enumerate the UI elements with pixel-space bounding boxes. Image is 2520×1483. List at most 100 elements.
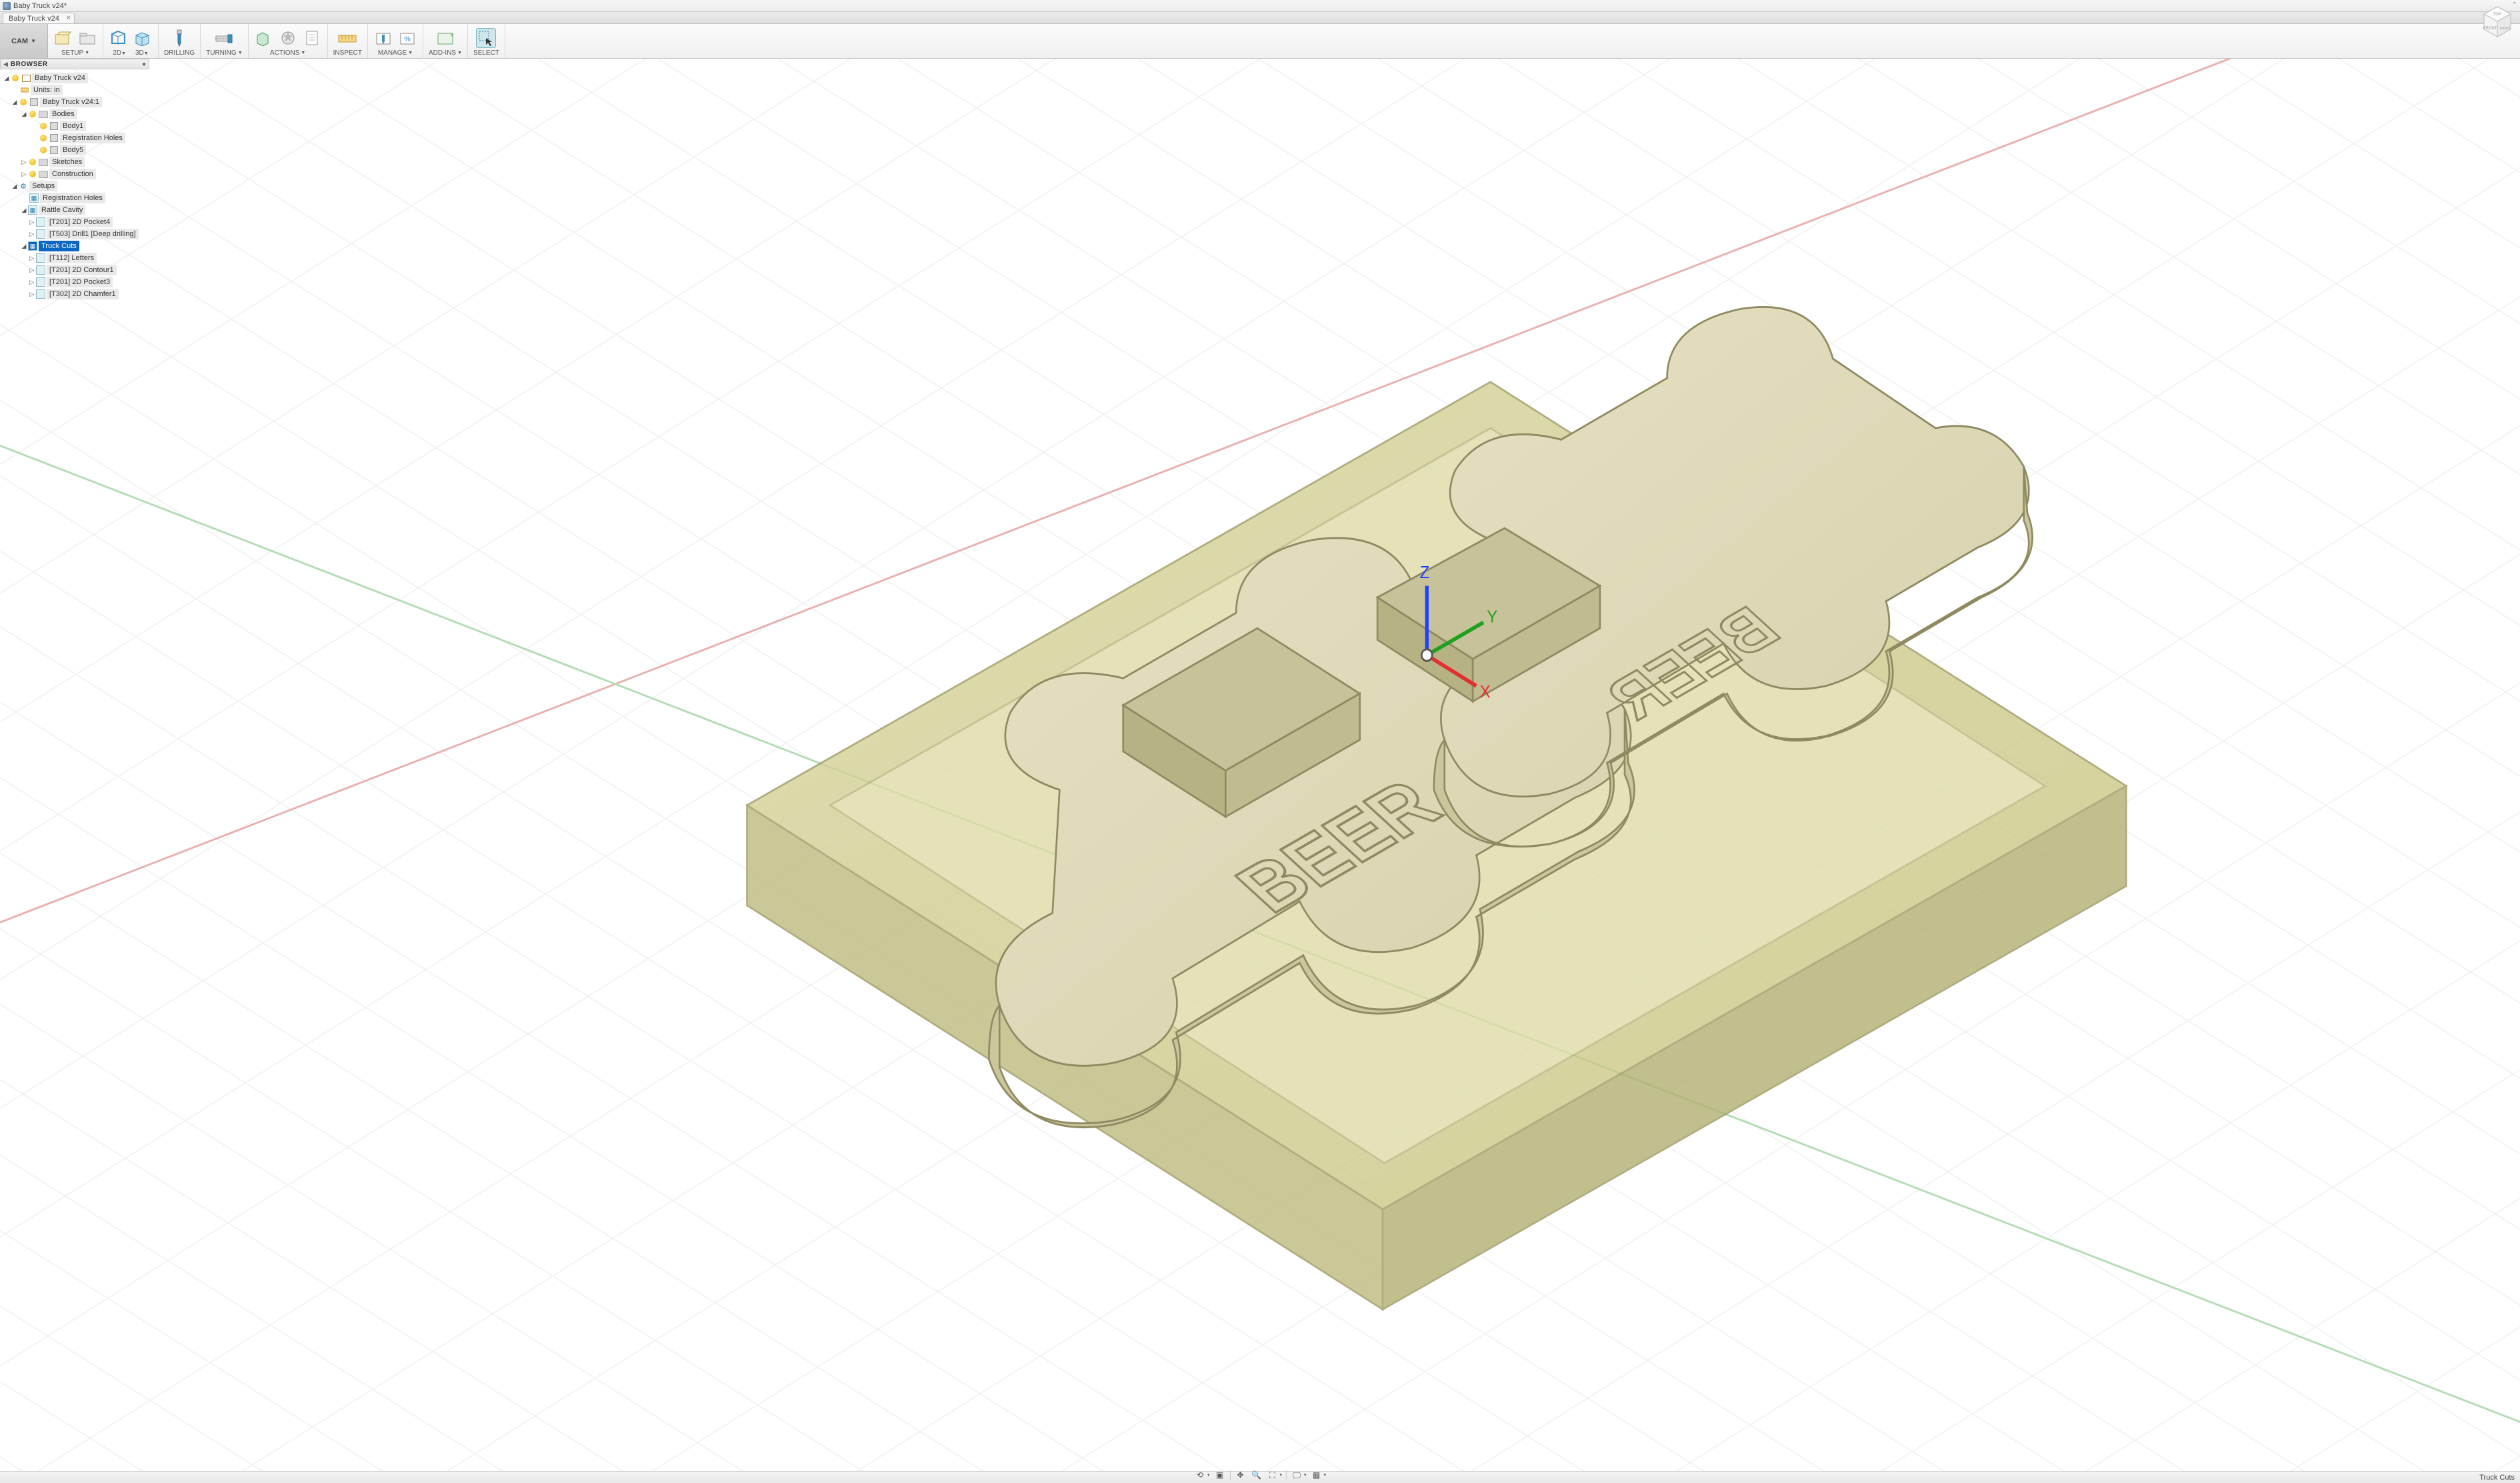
navbar: ⟲▾ ▣ ✥ 🔍 ⛶▾ 🖵▾ ▦▾ [1194,1468,1326,1482]
viewport[interactable]: BEER BEER Z Y X [0,59,2520,1471]
browser-header[interactable]: ◀ BROWSER ● [0,59,149,69]
cube-icon [29,97,39,107]
svg-text:FRONT: FRONT [2483,27,2497,31]
component-icon [21,73,31,83]
inspect-button[interactable] [337,28,357,48]
bulb-icon[interactable] [28,169,37,179]
tree-root[interactable]: ◢ Baby Truck v24 [0,72,149,84]
postprocess-button[interactable] [278,28,298,48]
fit-button[interactable]: ⛶ [1266,1470,1278,1480]
workspace-switcher[interactable]: CAM ▼ [0,24,48,58]
tree-op-letters[interactable]: ▷ [T112] Letters [0,252,149,264]
tree-op-chamfer1[interactable]: ▷ [T302] 2D Chamfer1 [0,288,149,300]
browser-title: BROWSER [11,61,48,68]
ribbon-label-inspect[interactable]: INSPECT [333,49,362,57]
browser-tree: ◢ Baby Truck v24 Units: in ◢ Baby Truck … [0,69,149,304]
tree-bodies[interactable]: ◢ Bodies [0,108,149,120]
drill-icon [172,29,187,47]
folder-button[interactable] [77,28,97,48]
setup-icon: ▦ [28,205,37,215]
folder-icon [79,31,96,45]
select-button[interactable] [476,28,496,48]
addins-button[interactable]: + [435,28,455,48]
bulb-icon[interactable] [39,145,48,155]
ribbon-label-2d[interactable]: 2D▼ [113,49,126,57]
ribbon-label-3d[interactable]: 3D▼ [135,49,149,57]
chevron-down-icon: ▼ [31,38,36,44]
tree-construction[interactable]: ▷ Construction [0,168,149,180]
chevron-down-icon: ▼ [85,51,89,55]
operation-icon [36,229,45,239]
ribbon-label-drilling[interactable]: DRILLING [164,49,195,57]
turning-icon [215,31,233,45]
drilling-button[interactable] [169,28,189,48]
workspace-label: CAM [11,37,28,45]
zoom-button[interactable]: 🔍 [1250,1470,1262,1480]
ribbon-label-setup[interactable]: SETUP▼ [61,49,89,57]
tree-op-pocket3[interactable]: ▷ [T201] 2D Pocket3 [0,276,149,288]
chevron-down-icon: ▼ [121,51,126,56]
bulb-icon[interactable] [19,97,28,107]
ribbon-label-select[interactable]: SELECT [473,49,499,57]
tree-setup-regholes[interactable]: ▦ Registration Holes [0,192,149,204]
tool-library-button[interactable] [373,28,393,48]
ribbon-group-turning: TURNING▼ [201,24,249,58]
ribbon-label-addins[interactable]: ADD-INS▼ [429,49,462,57]
chevron-down-icon: ▼ [144,51,149,56]
tree-body-regholes[interactable]: Registration Holes [0,132,149,144]
new-setup-button[interactable] [53,28,73,48]
chevron-down-icon: ▼ [408,51,413,55]
bulb-icon[interactable] [28,157,37,167]
simulate-icon [256,30,272,46]
tree-body5[interactable]: Body5 [0,144,149,156]
2d-button[interactable] [109,28,129,48]
tree-units[interactable]: Units: in [0,84,149,96]
tree-op-pocket4[interactable]: ▷ [T201] 2D Pocket4 [0,216,149,228]
tree-setup-rattle[interactable]: ◢ ▦ Rattle Cavity [0,204,149,216]
3d-button[interactable] [133,28,153,48]
tree-sketches[interactable]: ▷ Sketches [0,156,149,168]
ribbon-label-manage[interactable]: MANAGE▼ [378,49,413,57]
lookat-button[interactable]: ▣ [1213,1470,1225,1480]
document-tab[interactable]: Baby Truck v24 ✕ [3,13,75,23]
simulate-button[interactable] [254,28,274,48]
window-expand-icon[interactable]: ⌃ [2512,1,2517,9]
tree-component[interactable]: ◢ Baby Truck v24:1 [0,96,149,108]
task-manager-button[interactable]: % [397,28,417,48]
folder-icon [39,169,48,179]
orbit-button[interactable]: ⟲ [1194,1470,1206,1480]
close-icon[interactable]: ✕ [65,15,71,22]
pan-button[interactable]: ✥ [1234,1470,1246,1480]
tree-setup-truckcuts[interactable]: ◢ ▦ Truck Cuts [0,240,149,252]
body-icon [49,133,59,143]
display-button[interactable]: 🖵 [1291,1470,1303,1480]
bulb-icon[interactable] [39,133,48,143]
tree-op-drill1[interactable]: ▷ [T503] Drill1 [Deep drilling] [0,228,149,240]
setup-icon: ▦ [29,193,39,203]
svg-text:+: + [450,32,454,39]
collapse-left-icon[interactable]: ◀ [3,61,8,68]
bulb-icon[interactable] [11,73,20,83]
svg-text:%: % [404,35,411,43]
ribbon-label-actions[interactable]: ACTIONS▼ [270,49,305,57]
tree-op-contour1[interactable]: ▷ [T201] 2D Contour1 [0,264,149,276]
viewcube[interactable]: TOP FRONT RIGHT [2479,3,2516,40]
chevron-down-icon: ▼ [238,51,243,55]
chevron-down-icon: ▼ [301,51,305,55]
postprocess-icon [280,30,296,46]
bulb-icon[interactable] [39,121,48,131]
ribbon-label-turning[interactable]: TURNING▼ [206,49,243,57]
tree-setups[interactable]: ◢ Setups [0,180,149,192]
canvas-3d: BEER BEER Z Y X [0,59,2520,1471]
grid-button[interactable]: ▦ [1311,1470,1323,1480]
ribbon-group-addins: + ADD-INS▼ [423,24,468,58]
setup-sheet-button[interactable] [302,28,322,48]
browser-options-icon[interactable]: ● [142,61,146,68]
turning-button[interactable] [214,28,234,48]
addins-icon: + [437,31,454,45]
viewcube-icon: TOP FRONT RIGHT [2479,3,2516,40]
bulb-icon[interactable] [28,109,37,119]
axis-y-label: Y [1487,607,1497,627]
tree-body1[interactable]: Body1 [0,120,149,132]
ribbon-group-2d3d: 2D▼ 3D▼ [103,24,159,58]
